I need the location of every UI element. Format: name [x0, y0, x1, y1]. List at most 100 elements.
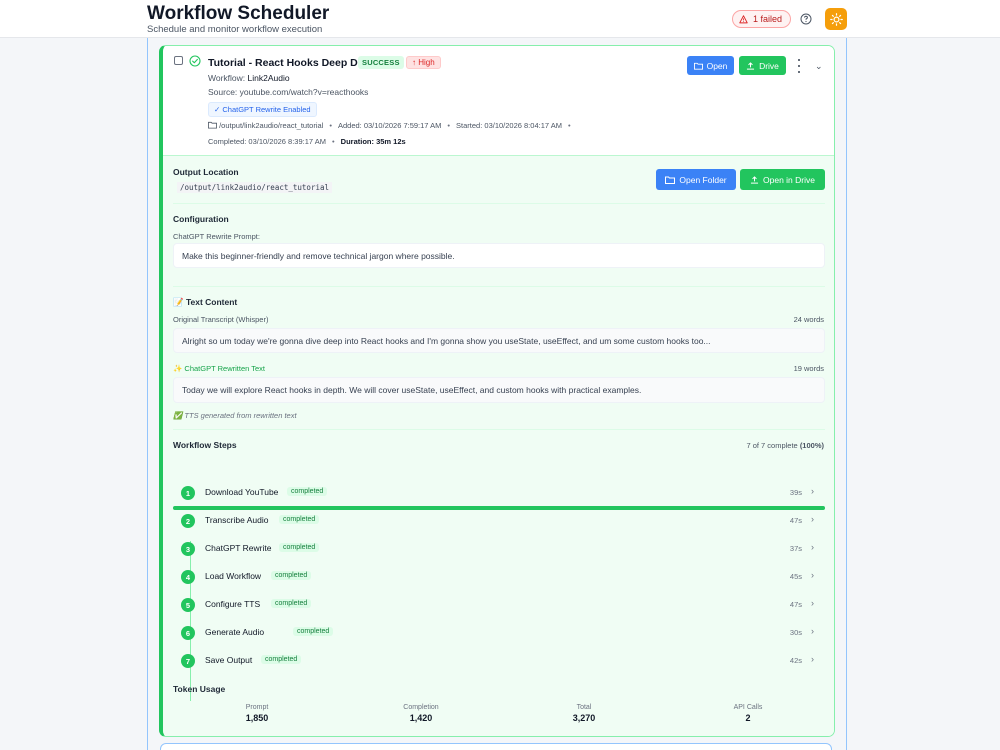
check-circle-icon	[189, 55, 201, 67]
workflow-value: Link2Audio	[247, 73, 290, 83]
chevron-down-icon[interactable]: ⌄	[815, 61, 823, 72]
step-number: 2	[181, 514, 195, 528]
token-completion: Completion 1,420	[341, 704, 501, 723]
token-completion-label: Completion	[403, 704, 439, 711]
chevron-right-icon[interactable]: ›	[811, 486, 814, 496]
help-circle-icon	[800, 13, 812, 25]
output-path: /output/link2audio/react_tutorial	[177, 182, 333, 193]
step-duration: 39s	[789, 488, 802, 497]
warning-triangle-icon	[739, 14, 748, 23]
added-time: Added: 03/10/2026 7:59:17 AM	[337, 121, 442, 130]
divider	[173, 203, 825, 204]
open-in-drive-button[interactable]: Open in Drive	[740, 169, 825, 190]
help-button[interactable]	[797, 10, 815, 28]
step-name: ChatGPT Rewrite	[205, 543, 272, 553]
step-duration: 47s	[789, 600, 802, 609]
upload-icon	[750, 175, 759, 184]
step-name: Configure TTS	[205, 599, 261, 609]
more-options-button[interactable]	[795, 59, 803, 73]
workflow-step-row[interactable]: 5 Configure TTS completed 47s ›	[181, 595, 826, 615]
source-value: youtube.com/watch?v=reacthooks	[239, 87, 369, 97]
step-number: 6	[181, 626, 195, 640]
chevron-right-icon[interactable]: ›	[811, 654, 814, 664]
step-duration: 47s	[789, 516, 802, 525]
token-prompt: Prompt 1,850	[177, 704, 337, 723]
workflow-step-row[interactable]: 4 Load Workflow completed 45s ›	[181, 567, 826, 587]
steps-percent: (100%)	[799, 441, 824, 450]
token-api-calls: API Calls 2	[668, 704, 828, 723]
failed-count-badge[interactable]: 1 failed	[732, 10, 792, 28]
open-folder-button[interactable]: Open Folder	[656, 169, 736, 190]
token-total-value: 3,270	[572, 713, 596, 723]
workflow-step-row[interactable]: 6 Generate Audio completed 30s ›	[181, 623, 826, 643]
step-number: 1	[181, 486, 195, 500]
folder-icon	[208, 121, 217, 129]
step-duration: 45s	[789, 572, 802, 581]
original-transcript-label: Original Transcript (Whisper)	[173, 315, 269, 324]
prompt-label: ChatGPT Rewrite Prompt:	[173, 232, 260, 241]
step-number: 4	[181, 570, 195, 584]
chevron-right-icon[interactable]: ›	[811, 514, 814, 524]
job-path: /output/link2audio/react_tutorial	[219, 121, 324, 130]
open-in-drive-label: Open in Drive	[763, 174, 815, 185]
rewritten-word-count: 19 words	[793, 364, 824, 373]
original-word-count: 24 words	[793, 315, 824, 324]
token-total: Total 3,270	[504, 704, 664, 723]
chevron-right-icon[interactable]: ›	[811, 542, 814, 552]
app-subtitle: Schedule and monitor workflow execution	[147, 24, 323, 35]
token-api-calls-label: API Calls	[733, 704, 763, 711]
workflow-step-row[interactable]: 3 ChatGPT Rewrite completed 37s ›	[181, 539, 826, 559]
drive-button-label: Drive	[759, 60, 779, 71]
step-number: 5	[181, 598, 195, 612]
job-select-checkbox[interactable]	[174, 56, 183, 65]
steps-progress-bar	[173, 506, 825, 510]
step-status-badge: completed	[279, 543, 320, 552]
source-label: Source:	[208, 87, 238, 97]
steps-timeline-line	[190, 541, 191, 701]
token-api-calls-value: 2	[745, 713, 751, 723]
app-title: Workflow Scheduler	[147, 3, 330, 24]
divider	[173, 286, 825, 287]
step-duration: 37s	[789, 544, 802, 553]
tts-note: ✅ TTS generated from rewritten text	[173, 411, 297, 420]
token-completion-value: 1,420	[409, 713, 433, 723]
priority-label: High	[418, 58, 435, 67]
app-header: Workflow Scheduler Schedule and monitor …	[0, 0, 1000, 38]
workflow-steps-title: Workflow Steps	[173, 440, 237, 450]
chevron-right-icon[interactable]: ›	[811, 570, 814, 580]
token-prompt-label: Prompt	[245, 704, 269, 711]
job-details: Output Location /output/link2audio/react…	[163, 156, 834, 736]
workflow-step-row[interactable]: 2 Transcribe Audio completed 47s ›	[181, 511, 826, 531]
token-usage-title: Token Usage	[173, 684, 226, 694]
job-card: Tutorial - React Hooks Deep Dive SUCCESS…	[159, 45, 835, 737]
step-status-badge: completed	[261, 655, 302, 664]
original-transcript-text: Alright so um today we're gonna dive dee…	[173, 328, 825, 353]
theme-toggle-button[interactable]	[825, 8, 847, 30]
workflow-step-row[interactable]: 1 Download YouTube completed 39s ›	[181, 483, 826, 503]
status-badge: SUCCESS	[358, 56, 404, 69]
next-job-card[interactable]	[160, 743, 832, 750]
step-number: 3	[181, 542, 195, 556]
open-button-label: Open	[706, 60, 728, 71]
steps-summary: 7 of 7 complete (100%)	[746, 441, 824, 450]
rewritten-text: Today we will explore React hooks in dep…	[173, 377, 825, 403]
step-status-badge: completed	[271, 599, 312, 608]
divider	[173, 429, 825, 430]
job-meta-row: /output/link2audio/react_tutorial • Added:…	[208, 121, 577, 130]
completed-time: Completed: 03/10/2026 8:39:17 AM	[208, 137, 327, 146]
chevron-right-icon[interactable]: ›	[811, 598, 814, 608]
text-content-title: 📝 Text Content	[173, 297, 238, 307]
token-total-label: Total	[576, 704, 592, 711]
steps-progress-fill	[173, 506, 825, 510]
configuration-title: Configuration	[173, 214, 229, 224]
step-number: 7	[181, 654, 195, 668]
workflow-step-row[interactable]: 7 Save Output completed 42s ›	[181, 651, 826, 671]
open-button[interactable]: Open	[687, 56, 734, 75]
chevron-right-icon[interactable]: ›	[811, 626, 814, 636]
drive-button[interactable]: Drive	[739, 56, 786, 75]
step-status-badge: completed	[287, 487, 328, 496]
folder-icon	[665, 176, 676, 184]
workflow-label: Workflow:	[208, 73, 246, 83]
step-duration: 42s	[789, 656, 802, 665]
rewritten-text-label: ✨ ChatGPT Rewritten Text	[173, 364, 266, 373]
